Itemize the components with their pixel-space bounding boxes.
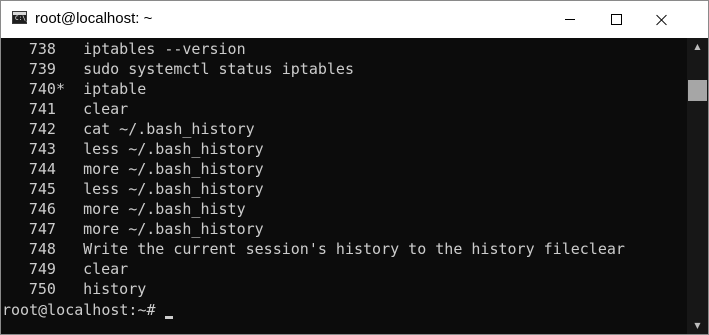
scrollbar-thumb[interactable] [688,80,707,101]
history-number: 741 [28,100,65,118]
prompt-line[interactable]: root@localhost:~# [2,300,173,320]
history-command: more ~/.bash_histy [83,200,246,218]
history-line: 749 clear [3,259,128,279]
history-command: more ~/.bash_history [83,220,264,238]
history-number: 738 [28,40,65,58]
history-command: iptable [83,80,147,98]
history-number: 739 [28,60,65,78]
minimize-icon [565,19,575,20]
history-line: 742 cat ~/.bash_history [3,119,255,139]
history-command: Write the current session's history to t… [83,240,625,258]
history-number: 740* [28,80,65,98]
history-number: 746 [28,200,65,218]
maximize-button[interactable] [593,1,639,38]
terminal-output[interactable]: 738 iptables --version 739 sudo systemct… [1,38,686,334]
scroll-up-icon[interactable]: ▲ [687,38,708,55]
history-line: 743 less ~/.bash_history [3,139,264,159]
history-number: 749 [28,260,65,278]
history-command: sudo systemctl status iptables [83,60,354,78]
history-number: 742 [28,120,65,138]
history-line: 748 Write the current session's history … [3,239,625,259]
title-bar[interactable]: C:\_ root@localhost: ~ [1,1,708,38]
history-number: 745 [28,180,65,198]
maximize-icon [610,14,622,25]
shell-prompt: root@localhost:~# [2,301,156,319]
history-command: cat ~/.bash_history [83,120,255,138]
history-command: more ~/.bash_history [83,160,264,178]
history-line: 746 more ~/.bash_histy [3,199,246,219]
history-command: less ~/.bash_history [83,180,264,198]
history-line: 741 clear [3,99,128,119]
text-cursor [164,316,173,319]
history-command: clear [83,100,129,118]
history-line: 744 more ~/.bash_history [3,159,264,179]
terminal-window: C:\_ root@localhost: ~ 738 iptables --ve… [0,0,709,335]
close-button[interactable] [639,1,685,38]
history-line: 747 more ~/.bash_history [3,219,264,239]
close-icon [656,14,668,26]
history-command: iptables --version [83,40,246,58]
vertical-scrollbar[interactable]: ▲ ▼ [687,38,708,334]
history-line: 739 sudo systemctl status iptables [3,59,354,79]
history-number: 750 [28,280,65,298]
history-command: history [83,280,147,298]
minimize-button[interactable] [547,1,593,38]
icon-prompt-glyph: C:\_ [15,15,30,22]
history-number: 747 [28,220,65,238]
history-line: 745 less ~/.bash_history [3,179,264,199]
history-number: 744 [28,160,65,178]
window-title: root@localhost: ~ [35,10,153,27]
scroll-down-icon[interactable]: ▼ [687,317,708,334]
history-command: less ~/.bash_history [83,140,264,158]
history-command: clear [83,260,129,278]
history-line: 750 history [3,279,146,299]
terminal-app-icon[interactable]: C:\_ [12,11,30,24]
history-number: 748 [28,240,65,258]
history-line: 740* iptable [3,79,146,99]
history-line: 738 iptables --version [3,39,246,59]
history-number: 743 [28,140,65,158]
